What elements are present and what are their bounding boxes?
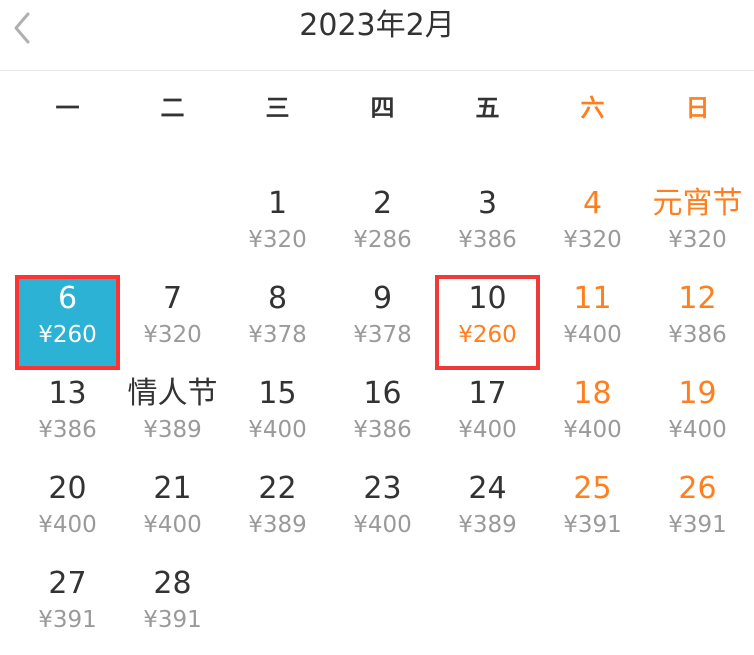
day-price: ¥400 [458,417,517,443]
day-price: ¥378 [248,322,307,348]
calendar-day-22[interactable]: 22 ¥389 [225,465,330,560]
day-label: 1 [267,186,288,221]
calendar-day-16[interactable]: 16 ¥386 [330,370,435,465]
calendar-empty-cell [120,180,225,275]
calendar-day-28[interactable]: 28 ¥391 [120,560,225,655]
day-label: 7 [162,281,183,316]
day-label: 24 [468,471,507,506]
day-price: ¥400 [563,417,622,443]
day-price: ¥389 [458,512,517,538]
day-label: 18 [573,376,612,411]
day-price: ¥386 [38,417,97,443]
calendar-day-14[interactable]: 情人节 ¥389 [120,370,225,465]
day-label: 20 [48,471,87,506]
day-price: ¥391 [563,512,622,538]
day-price: ¥400 [668,417,727,443]
day-label: 10 [468,281,507,316]
day-label: 6 [57,281,78,316]
day-price: ¥400 [248,417,307,443]
day-price: ¥391 [143,607,202,633]
calendar-empty-cell [15,180,120,275]
calendar-day-27[interactable]: 27 ¥391 [15,560,120,655]
calendar-day-4[interactable]: 4 ¥320 [540,180,645,275]
day-label: 4 [582,186,603,221]
calendar-day-23[interactable]: 23 ¥400 [330,465,435,560]
day-price: ¥320 [248,227,307,253]
weekday-mon: 一 [55,94,80,122]
calendar-day-26[interactable]: 26 ¥391 [645,465,750,560]
day-label: 19 [678,376,717,411]
calendar-day-15[interactable]: 15 ¥400 [225,370,330,465]
day-price: ¥386 [353,417,412,443]
calendar-day-17[interactable]: 17 ¥400 [435,370,540,465]
day-price: ¥286 [353,227,412,253]
calendar-day-2[interactable]: 2 ¥286 [330,180,435,275]
day-price: ¥400 [563,322,622,348]
day-price: ¥400 [353,512,412,538]
weekday-sat: 六 [580,94,605,122]
day-label: 25 [573,471,612,506]
calendar-grid: 1 ¥320 2 ¥286 3 ¥386 4 ¥320 元宵节 ¥320 6 ¥… [15,180,750,655]
weekday-sun: 日 [685,94,710,122]
calendar-day-19[interactable]: 19 ¥400 [645,370,750,465]
calendar-day-6-selected[interactable]: 6 ¥260 [15,275,120,370]
calendar-day-8[interactable]: 8 ¥378 [225,275,330,370]
day-price: ¥386 [668,322,727,348]
day-price: ¥320 [563,227,622,253]
day-label: 2 [372,186,393,221]
day-price: ¥391 [38,607,97,633]
calendar-day-1[interactable]: 1 ¥320 [225,180,330,275]
day-price: ¥389 [248,512,307,538]
day-price: ¥320 [143,322,202,348]
day-label: 22 [258,471,297,506]
day-label: 13 [48,376,87,411]
day-label: 26 [678,471,717,506]
calendar-day-21[interactable]: 21 ¥400 [120,465,225,560]
calendar-day-20[interactable]: 20 ¥400 [15,465,120,560]
day-label: 12 [678,281,717,316]
day-price: ¥389 [143,417,202,443]
day-label: 11 [573,281,612,316]
day-price: ¥260 [458,322,517,348]
calendar-day-3[interactable]: 3 ¥386 [435,180,540,275]
weekday-fri: 五 [475,94,500,122]
weekday-thu: 四 [370,94,395,122]
calendar-day-25[interactable]: 25 ¥391 [540,465,645,560]
holiday-label: 元宵节 [652,186,743,221]
day-label: 15 [258,376,297,411]
month-title: 2023年2月 [299,8,455,43]
weekday-wed: 三 [265,94,290,122]
day-label: 3 [477,186,498,221]
day-label: 23 [363,471,402,506]
calendar-day-9[interactable]: 9 ¥378 [330,275,435,370]
day-label: 16 [363,376,402,411]
day-label: 27 [48,566,87,601]
calendar-day-7[interactable]: 7 ¥320 [120,275,225,370]
day-price: ¥400 [38,512,97,538]
calendar-day-5[interactable]: 元宵节 ¥320 [645,180,750,275]
calendar-day-11[interactable]: 11 ¥400 [540,275,645,370]
calendar-header: 2023年2月 [0,0,754,71]
day-label: 17 [468,376,507,411]
day-price: ¥386 [458,227,517,253]
day-price: ¥260 [38,322,97,348]
day-label: 21 [153,471,192,506]
calendar-day-13[interactable]: 13 ¥386 [15,370,120,465]
calendar-day-10-highlighted[interactable]: 10 ¥260 [435,275,540,370]
day-label: 8 [267,281,288,316]
weekday-tue: 二 [160,94,185,122]
day-price: ¥378 [353,322,412,348]
day-label: 9 [372,281,393,316]
calendar-day-24[interactable]: 24 ¥389 [435,465,540,560]
day-price: ¥320 [668,227,727,253]
day-price: ¥400 [143,512,202,538]
calendar-day-12[interactable]: 12 ¥386 [645,275,750,370]
day-price: ¥391 [668,512,727,538]
day-label: 28 [153,566,192,601]
calendar-day-18[interactable]: 18 ¥400 [540,370,645,465]
weekday-header-row: 一 二 三 四 五 六 日 [15,85,750,135]
holiday-label: 情人节 [127,376,218,411]
